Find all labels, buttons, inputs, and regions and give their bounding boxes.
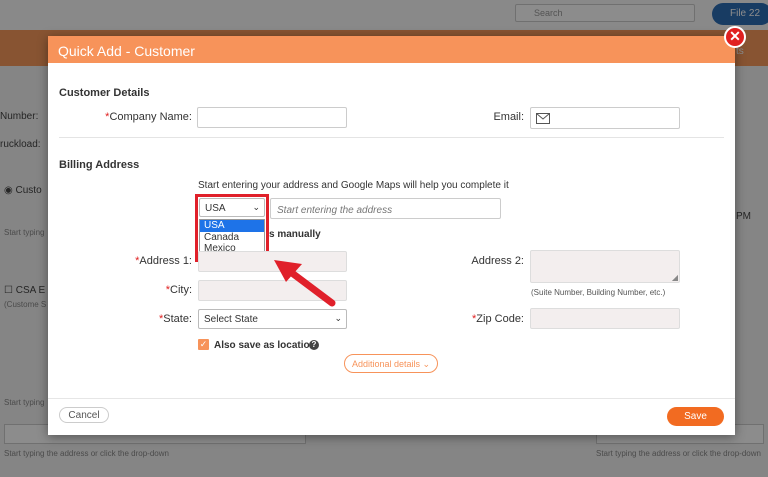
save-location-checkbox[interactable]: ✓ xyxy=(198,339,209,350)
address1-label: *Address 1: xyxy=(135,255,192,267)
zip-code-label: *Zip Code: xyxy=(472,313,524,325)
resize-handle-icon: ◢ xyxy=(671,273,678,282)
chevron-down-icon: ⌄ xyxy=(334,313,342,323)
billing-address-title: Billing Address xyxy=(59,159,140,171)
save-location-label: Also save as location xyxy=(214,340,316,351)
address2-hint: (Suite Number, Building Number, etc.) xyxy=(531,288,666,297)
address-hint: Start entering your address and Google M… xyxy=(198,180,509,191)
address2-textarea[interactable]: ◢ xyxy=(530,250,680,283)
chevron-down-icon: ⌄ xyxy=(422,359,431,369)
enter-manually-label: s manually xyxy=(269,229,321,240)
customer-details-title: Customer Details xyxy=(59,87,150,99)
help-icon[interactable]: ? xyxy=(309,340,319,350)
state-label: *State: xyxy=(158,313,192,325)
email-label: Email: xyxy=(493,111,524,123)
red-arrow-icon xyxy=(274,260,336,307)
address2-label: Address 2: xyxy=(471,255,524,267)
envelope-icon xyxy=(536,113,550,124)
section-divider xyxy=(59,137,724,138)
address-search-input[interactable]: Start entering the address xyxy=(270,198,501,219)
state-select[interactable]: Select State ⌄ xyxy=(198,309,347,329)
email-input[interactable] xyxy=(530,107,680,129)
modal-title: Quick Add - Customer xyxy=(58,43,195,59)
cancel-button[interactable]: Cancel xyxy=(59,407,109,423)
save-button[interactable]: Save xyxy=(667,407,724,426)
zip-code-input[interactable] xyxy=(530,308,680,329)
close-icon[interactable]: ✕ xyxy=(724,26,746,48)
company-name-input[interactable] xyxy=(197,107,347,128)
quick-add-customer-modal: Quick Add - Customer xyxy=(48,36,735,435)
city-label: *City: xyxy=(165,284,192,296)
modal-header: Quick Add - Customer xyxy=(48,36,735,63)
additional-details-button[interactable]: Additional details ⌄ xyxy=(344,354,438,373)
footer-divider xyxy=(48,398,735,399)
company-name-label: *Company Name: xyxy=(105,111,192,123)
